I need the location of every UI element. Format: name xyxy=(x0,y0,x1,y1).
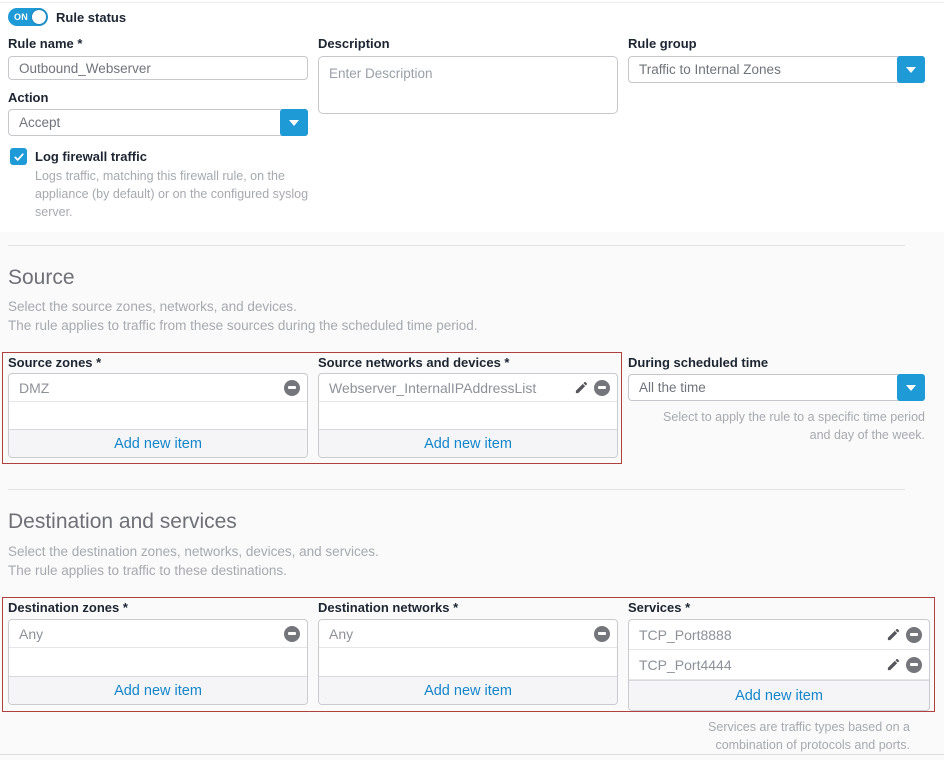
add-new-item-label: Add new item xyxy=(424,683,512,699)
source-section-subtitle: Select the source zones, networks, and d… xyxy=(8,297,478,335)
add-new-item-button[interactable]: Add new item xyxy=(319,676,617,704)
list-item: Any xyxy=(319,620,617,648)
log-traffic-help: Logs traffic, matching this firewall rul… xyxy=(35,167,335,221)
action-dropdown-button[interactable] xyxy=(280,109,308,136)
add-new-item-label: Add new item xyxy=(114,683,202,699)
remove-icon[interactable] xyxy=(594,380,610,396)
log-traffic-checkbox[interactable] xyxy=(10,148,27,165)
action-label: Action xyxy=(8,90,48,105)
source-section-title: Source xyxy=(8,266,75,290)
rule-group-label: Rule group xyxy=(628,36,697,51)
source-zones-label: Source zones * xyxy=(8,355,101,370)
scheduled-time-value: All the time xyxy=(629,380,897,395)
services-help: Services are traffic types based on a co… xyxy=(628,718,910,754)
description-label: Description xyxy=(318,36,390,51)
add-new-item-button[interactable]: Add new item xyxy=(9,676,307,704)
log-traffic-help-line: appliance (by default) or on the configu… xyxy=(35,185,335,203)
remove-icon[interactable] xyxy=(284,380,300,396)
add-new-item-button[interactable]: Add new item xyxy=(629,680,929,710)
scheduled-time-select[interactable]: All the time xyxy=(628,374,925,401)
list-item-label: Any xyxy=(19,626,284,642)
bottom-divider xyxy=(0,754,944,755)
action-select[interactable]: Accept xyxy=(8,109,308,136)
list-item-label: TCP_Port4444 xyxy=(639,657,886,673)
destination-networks-label: Destination networks * xyxy=(318,600,458,615)
rule-status-label: Rule status xyxy=(56,10,126,25)
remove-icon[interactable] xyxy=(906,627,922,643)
list-empty-area xyxy=(319,402,617,429)
destination-subtitle-line: The rule applies to traffic to these des… xyxy=(8,561,379,580)
action-value: Accept xyxy=(9,115,280,130)
remove-icon[interactable] xyxy=(284,626,300,642)
source-zones-list: DMZ Add new item xyxy=(8,373,308,458)
destination-zones-list: Any Add new item xyxy=(8,619,308,705)
rule-group-select[interactable]: Traffic to Internal Zones xyxy=(628,56,925,83)
rule-status-toggle[interactable]: ON xyxy=(8,8,48,26)
destination-section-title: Destination and services xyxy=(8,510,237,534)
destination-networks-list: Any Add new item xyxy=(318,619,618,705)
scheduled-time-help: Select to apply the rule to a specific t… xyxy=(628,408,925,444)
log-traffic-help-line: Logs traffic, matching this firewall rul… xyxy=(35,167,335,185)
description-input[interactable] xyxy=(318,56,618,114)
list-empty-area xyxy=(319,648,617,676)
list-item: DMZ xyxy=(9,374,307,402)
rule-group-value: Traffic to Internal Zones xyxy=(629,62,897,77)
chevron-down-icon xyxy=(289,120,299,126)
list-item: TCP_Port4444 xyxy=(629,650,929,680)
list-item: Webserver_InternalIPAddressList xyxy=(319,374,617,402)
chevron-down-icon xyxy=(906,67,916,73)
list-empty-area xyxy=(9,648,307,676)
remove-icon[interactable] xyxy=(906,657,922,673)
rule-group-dropdown-button[interactable] xyxy=(897,56,925,83)
list-item-label: TCP_Port8888 xyxy=(639,627,886,643)
list-empty-area xyxy=(9,402,307,429)
services-help-line: combination of protocols and ports. xyxy=(628,736,910,754)
list-item-label: Any xyxy=(329,626,594,642)
chevron-down-icon xyxy=(906,385,916,391)
add-new-item-button[interactable]: Add new item xyxy=(9,429,307,457)
list-item: TCP_Port8888 xyxy=(629,620,929,650)
add-new-item-label: Add new item xyxy=(114,436,202,452)
toggle-knob-icon xyxy=(32,10,46,24)
toggle-on-label: ON xyxy=(14,12,28,22)
section-divider xyxy=(8,245,905,246)
edit-icon[interactable] xyxy=(886,657,901,672)
log-traffic-label: Log firewall traffic xyxy=(35,149,147,164)
edit-icon[interactable] xyxy=(886,627,901,642)
add-new-item-label: Add new item xyxy=(735,688,823,704)
destination-subtitle-line: Select the destination zones, networks, … xyxy=(8,542,379,561)
source-subtitle-line: Select the source zones, networks, and d… xyxy=(8,297,478,316)
source-subtitle-line: The rule applies to traffic from these s… xyxy=(8,316,478,335)
list-item: Any xyxy=(9,620,307,648)
add-new-item-label: Add new item xyxy=(424,436,512,452)
source-networks-label: Source networks and devices * xyxy=(318,355,509,370)
services-help-line: Services are traffic types based on a xyxy=(628,718,910,736)
checkmark-icon xyxy=(13,151,25,163)
scheduled-time-dropdown-button[interactable] xyxy=(897,374,925,401)
list-item-label: Webserver_InternalIPAddressList xyxy=(329,380,574,396)
scheduled-time-label: During scheduled time xyxy=(628,355,768,370)
edit-icon[interactable] xyxy=(574,380,589,395)
source-networks-list: Webserver_InternalIPAddressList Add new … xyxy=(318,373,618,458)
top-divider xyxy=(0,2,944,3)
destination-zones-label: Destination zones * xyxy=(8,600,128,615)
remove-icon[interactable] xyxy=(594,626,610,642)
scheduled-time-help-line: Select to apply the rule to a specific t… xyxy=(628,408,925,426)
scheduled-time-help-line: and day of the week. xyxy=(628,426,925,444)
list-item-label: DMZ xyxy=(19,380,284,396)
add-new-item-button[interactable]: Add new item xyxy=(319,429,617,457)
section-divider xyxy=(8,489,905,490)
rule-name-input[interactable] xyxy=(8,56,308,80)
services-list: TCP_Port8888 TCP_Port4444 Add new item xyxy=(628,619,930,711)
log-traffic-help-line: server. xyxy=(35,203,335,221)
destination-section-subtitle: Select the destination zones, networks, … xyxy=(8,542,379,580)
services-label: Services * xyxy=(628,600,690,615)
rule-name-label: Rule name * xyxy=(8,36,82,51)
